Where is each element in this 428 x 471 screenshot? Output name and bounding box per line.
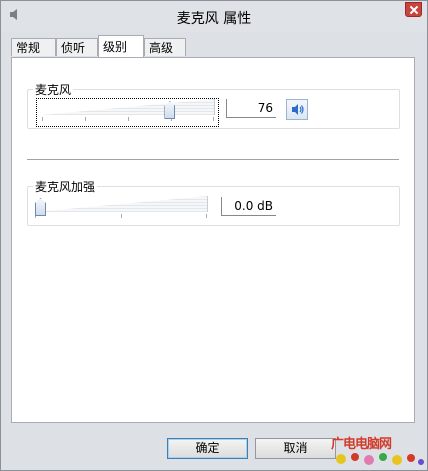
microphone-group: 麦克风 76 — [27, 81, 400, 129]
site-watermark: 广电电脑网 — [331, 433, 427, 471]
microphone-level-slider[interactable] — [38, 99, 218, 125]
slider-tick — [128, 117, 129, 121]
microphone-group-label: 麦克风 — [33, 81, 74, 98]
slider-ramp — [42, 99, 215, 115]
dialog-window: 麦克风 属性 常规 侦听 级别 高级 麦克风 76 麦克风加强 0.0 dB 确… — [0, 0, 428, 471]
slider-tick — [213, 117, 214, 121]
mute-toggle-button[interactable] — [286, 99, 308, 120]
tab-general[interactable]: 常规 — [11, 38, 56, 56]
section-divider — [27, 159, 399, 160]
microphone-level-value[interactable]: 76 — [226, 99, 276, 118]
levels-panel: 麦克风 76 麦克风加强 0.0 dB — [11, 57, 415, 423]
window-title: 麦克风 属性 — [176, 11, 252, 27]
slider-ramp — [35, 196, 208, 212]
tab-listen[interactable]: 侦听 — [56, 38, 98, 56]
microphone-boost-slider[interactable] — [31, 196, 211, 222]
ok-button[interactable]: 确定 — [167, 438, 248, 459]
slider-tick — [85, 117, 86, 121]
flower-decoration-icon — [336, 453, 424, 465]
cancel-button[interactable]: 取消 — [255, 438, 336, 459]
boost-slider-thumb[interactable] — [35, 198, 46, 216]
speaker-icon — [292, 104, 304, 115]
slider-tick — [206, 214, 207, 218]
tab-levels[interactable]: 级别 — [98, 35, 144, 57]
slider-tick — [42, 117, 43, 121]
close-button[interactable] — [405, 2, 422, 17]
microphone-boost-value[interactable]: 0.0 dB — [221, 197, 276, 216]
microphone-boost-group-label: 麦克风加强 — [33, 178, 98, 195]
title-bar[interactable]: 麦克风 属性 — [1, 1, 427, 32]
tab-advanced[interactable]: 高级 — [144, 38, 186, 56]
microphone-boost-group: 麦克风加强 0.0 dB — [27, 178, 400, 226]
slider-tick — [121, 214, 122, 218]
